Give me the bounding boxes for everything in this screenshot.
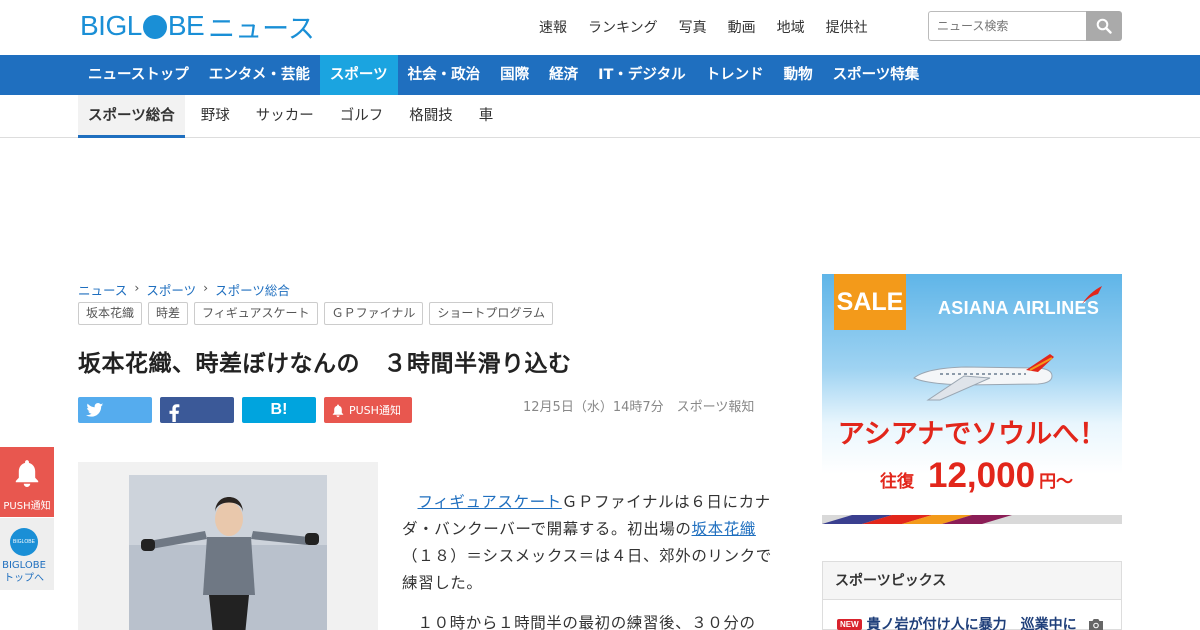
cat-economy[interactable]: 経済 xyxy=(539,55,588,95)
cat-society-politics[interactable]: 社会・政治 xyxy=(398,55,491,95)
floating-top-label: BIGLOBE トップへ xyxy=(0,559,48,585)
biglobe-wordmark: BIGL BE xyxy=(80,10,205,42)
cat-it-digital[interactable]: IT・デジタル xyxy=(588,55,696,95)
twitter-share-button[interactable] xyxy=(78,397,152,423)
top-link-photos[interactable]: 写真 xyxy=(679,17,707,37)
article-tags: 坂本花織 時差 フィギュアスケート ＧＰファイナル ショートプログラム xyxy=(78,302,553,325)
hatena-bookmark-button[interactable]: B! xyxy=(242,397,316,423)
camera-icon xyxy=(1088,618,1103,630)
sub-cars[interactable]: 車 xyxy=(469,95,504,138)
bell-icon xyxy=(15,460,39,487)
floating-top-label-2: トップへ xyxy=(4,573,44,584)
news-search xyxy=(928,11,1122,41)
ad-sale-badge: SALE xyxy=(834,274,906,330)
top-link-region[interactable]: 地域 xyxy=(777,17,805,37)
tag-sakamoto[interactable]: 坂本花織 xyxy=(78,302,143,325)
article-title: 坂本花織、時差ぼけなんの ３時間半滑り込む xyxy=(78,351,572,377)
chevron-right-icon: › xyxy=(203,280,209,295)
sub-golf[interactable]: ゴルフ xyxy=(330,95,394,138)
cat-sports-special[interactable]: スポーツ特集 xyxy=(823,55,930,95)
ad-price-suffix: 円〜 xyxy=(1039,472,1074,492)
facebook-icon xyxy=(169,404,180,422)
cat-trend[interactable]: トレンド xyxy=(696,55,774,95)
search-input[interactable] xyxy=(928,11,1086,41)
article-dateline: 12月5日（水）14時7分 スポーツ報知 xyxy=(523,396,754,415)
sub-sports-general[interactable]: スポーツ総合 xyxy=(78,95,185,138)
link-figure-skating[interactable]: フィギュアスケート xyxy=(418,493,562,511)
article-date: 12月5日（水）14時7分 xyxy=(523,400,664,415)
facebook-share-button[interactable] xyxy=(160,397,234,423)
ad-price-prefix: 往復 xyxy=(880,472,914,492)
site-header: BIGL BE ニュース 速報 ランキング 写真 動画 地域 提供社 xyxy=(0,0,1200,55)
article-source[interactable]: スポーツ報知 xyxy=(677,400,755,415)
sub-soccer[interactable]: サッカー xyxy=(246,95,324,138)
tag-short-program[interactable]: ショートプログラム xyxy=(429,302,553,325)
ad-price: 往復 12,000 円〜 xyxy=(880,456,1073,496)
bell-icon xyxy=(332,404,344,417)
sports-topics-box: スポーツピックス NEW 貴ノ岩が付け人に暴力 巡業中に xyxy=(822,561,1122,630)
cat-news-top[interactable]: ニューストップ xyxy=(78,55,199,95)
tag-figure-skating[interactable]: フィギュアスケート xyxy=(194,302,318,325)
topics-heading: スポーツピックス xyxy=(823,562,1121,600)
search-button[interactable] xyxy=(1086,11,1122,41)
breadcrumb-sports-general[interactable]: スポーツ総合 xyxy=(215,280,290,299)
top-link-ranking[interactable]: ランキング xyxy=(588,17,658,37)
share-buttons: B! PUSH通知 xyxy=(78,397,412,423)
airplane-image xyxy=(913,354,1054,401)
article-p1-text-2: （１８）＝シスメックス＝は４日、郊外のリンクで練習した。 xyxy=(402,547,772,592)
breadcrumb: ニュース › スポーツ › スポーツ総合 xyxy=(78,280,290,299)
topics-item[interactable]: NEW 貴ノ岩が付け人に暴力 巡業中に xyxy=(837,614,1104,630)
tag-gp-final[interactable]: ＧＰファイナル xyxy=(323,302,424,325)
logo-text-a: BIGL xyxy=(80,10,142,41)
push-notification-button[interactable]: PUSH通知 xyxy=(324,397,412,423)
floating-push-label: PUSH通知 xyxy=(3,501,51,512)
skater-illustration xyxy=(129,475,327,630)
biglobe-logo-icon: BIGLOBE xyxy=(10,528,38,556)
cat-animals[interactable]: 動物 xyxy=(774,55,823,95)
topics-item-title: 貴ノ岩が付け人に暴力 巡業中に xyxy=(866,617,1077,630)
twitter-icon xyxy=(86,402,104,417)
floating-push-button[interactable]: PUSH通知 xyxy=(0,447,54,517)
article-paragraph-2: １０時から１時間半の最初の練習後、３０分の xyxy=(417,614,756,630)
top-link-providers[interactable]: 提供社 xyxy=(826,17,868,37)
search-icon xyxy=(1096,18,1112,34)
article-photo-skater[interactable] xyxy=(129,475,327,630)
sub-martial-arts[interactable]: 格闘技 xyxy=(399,95,463,138)
top-link-videos[interactable]: 動画 xyxy=(728,17,756,37)
logo-globe-icon xyxy=(142,15,167,39)
floating-biglobe-top-button[interactable]: BIGLOBE BIGLOBE トップへ xyxy=(0,518,54,590)
asiana-airlines-ad[interactable]: SALE ASIANA AIRLINES アシアナでソウルへ！ 往復 12,00… xyxy=(822,274,1122,524)
article-photo-frame xyxy=(78,462,378,630)
cat-entertainment[interactable]: エンタメ・芸能 xyxy=(199,55,320,95)
sports-sub-nav: スポーツ総合 野球 サッカー ゴルフ 格闘技 車 xyxy=(0,95,1200,138)
breadcrumb-news[interactable]: ニュース xyxy=(78,280,127,299)
top-utility-nav: 速報 ランキング 写真 動画 地域 提供社 xyxy=(539,17,889,37)
biglobe-news-logo[interactable]: BIGL BE ニュース xyxy=(80,10,315,45)
asiana-swoosh-icon xyxy=(1082,286,1102,304)
top-link-breaking[interactable]: 速報 xyxy=(539,17,567,37)
breadcrumb-sports[interactable]: スポーツ xyxy=(146,280,196,299)
floating-top-label-1: BIGLOBE xyxy=(2,560,46,571)
push-notification-label: PUSH通知 xyxy=(349,404,401,417)
category-nav: ニューストップ エンタメ・芸能 スポーツ 社会・政治 国際 経済 IT・デジタル… xyxy=(0,55,1200,95)
chevron-right-icon: › xyxy=(134,280,140,295)
article-body: フィギュアスケートＧＰファイナルは６日にカナダ・バンクーバーで開幕する。初出場の… xyxy=(402,489,785,630)
logo-news-text: ニュース xyxy=(208,13,315,45)
tag-jisa[interactable]: 時差 xyxy=(148,302,189,325)
new-badge: NEW xyxy=(837,618,862,630)
logo-text-b: BE xyxy=(167,10,205,41)
cat-international[interactable]: 国際 xyxy=(490,55,539,95)
link-sakamoto[interactable]: 坂本花織 xyxy=(692,520,756,538)
ad-price-value: 12,000 xyxy=(928,456,1036,495)
article-paragraph-1: フィギュアスケートＧＰファイナルは６日にカナダ・バンクーバーで開幕する。初出場の… xyxy=(402,489,785,597)
ad-brand-name: ASIANA AIRLINES xyxy=(938,298,1100,318)
ad-headline: アシアナでソウルへ！ xyxy=(837,419,1107,450)
sub-baseball[interactable]: 野球 xyxy=(191,95,240,138)
cat-sports[interactable]: スポーツ xyxy=(319,55,398,95)
ad-color-stripe xyxy=(822,515,1122,524)
